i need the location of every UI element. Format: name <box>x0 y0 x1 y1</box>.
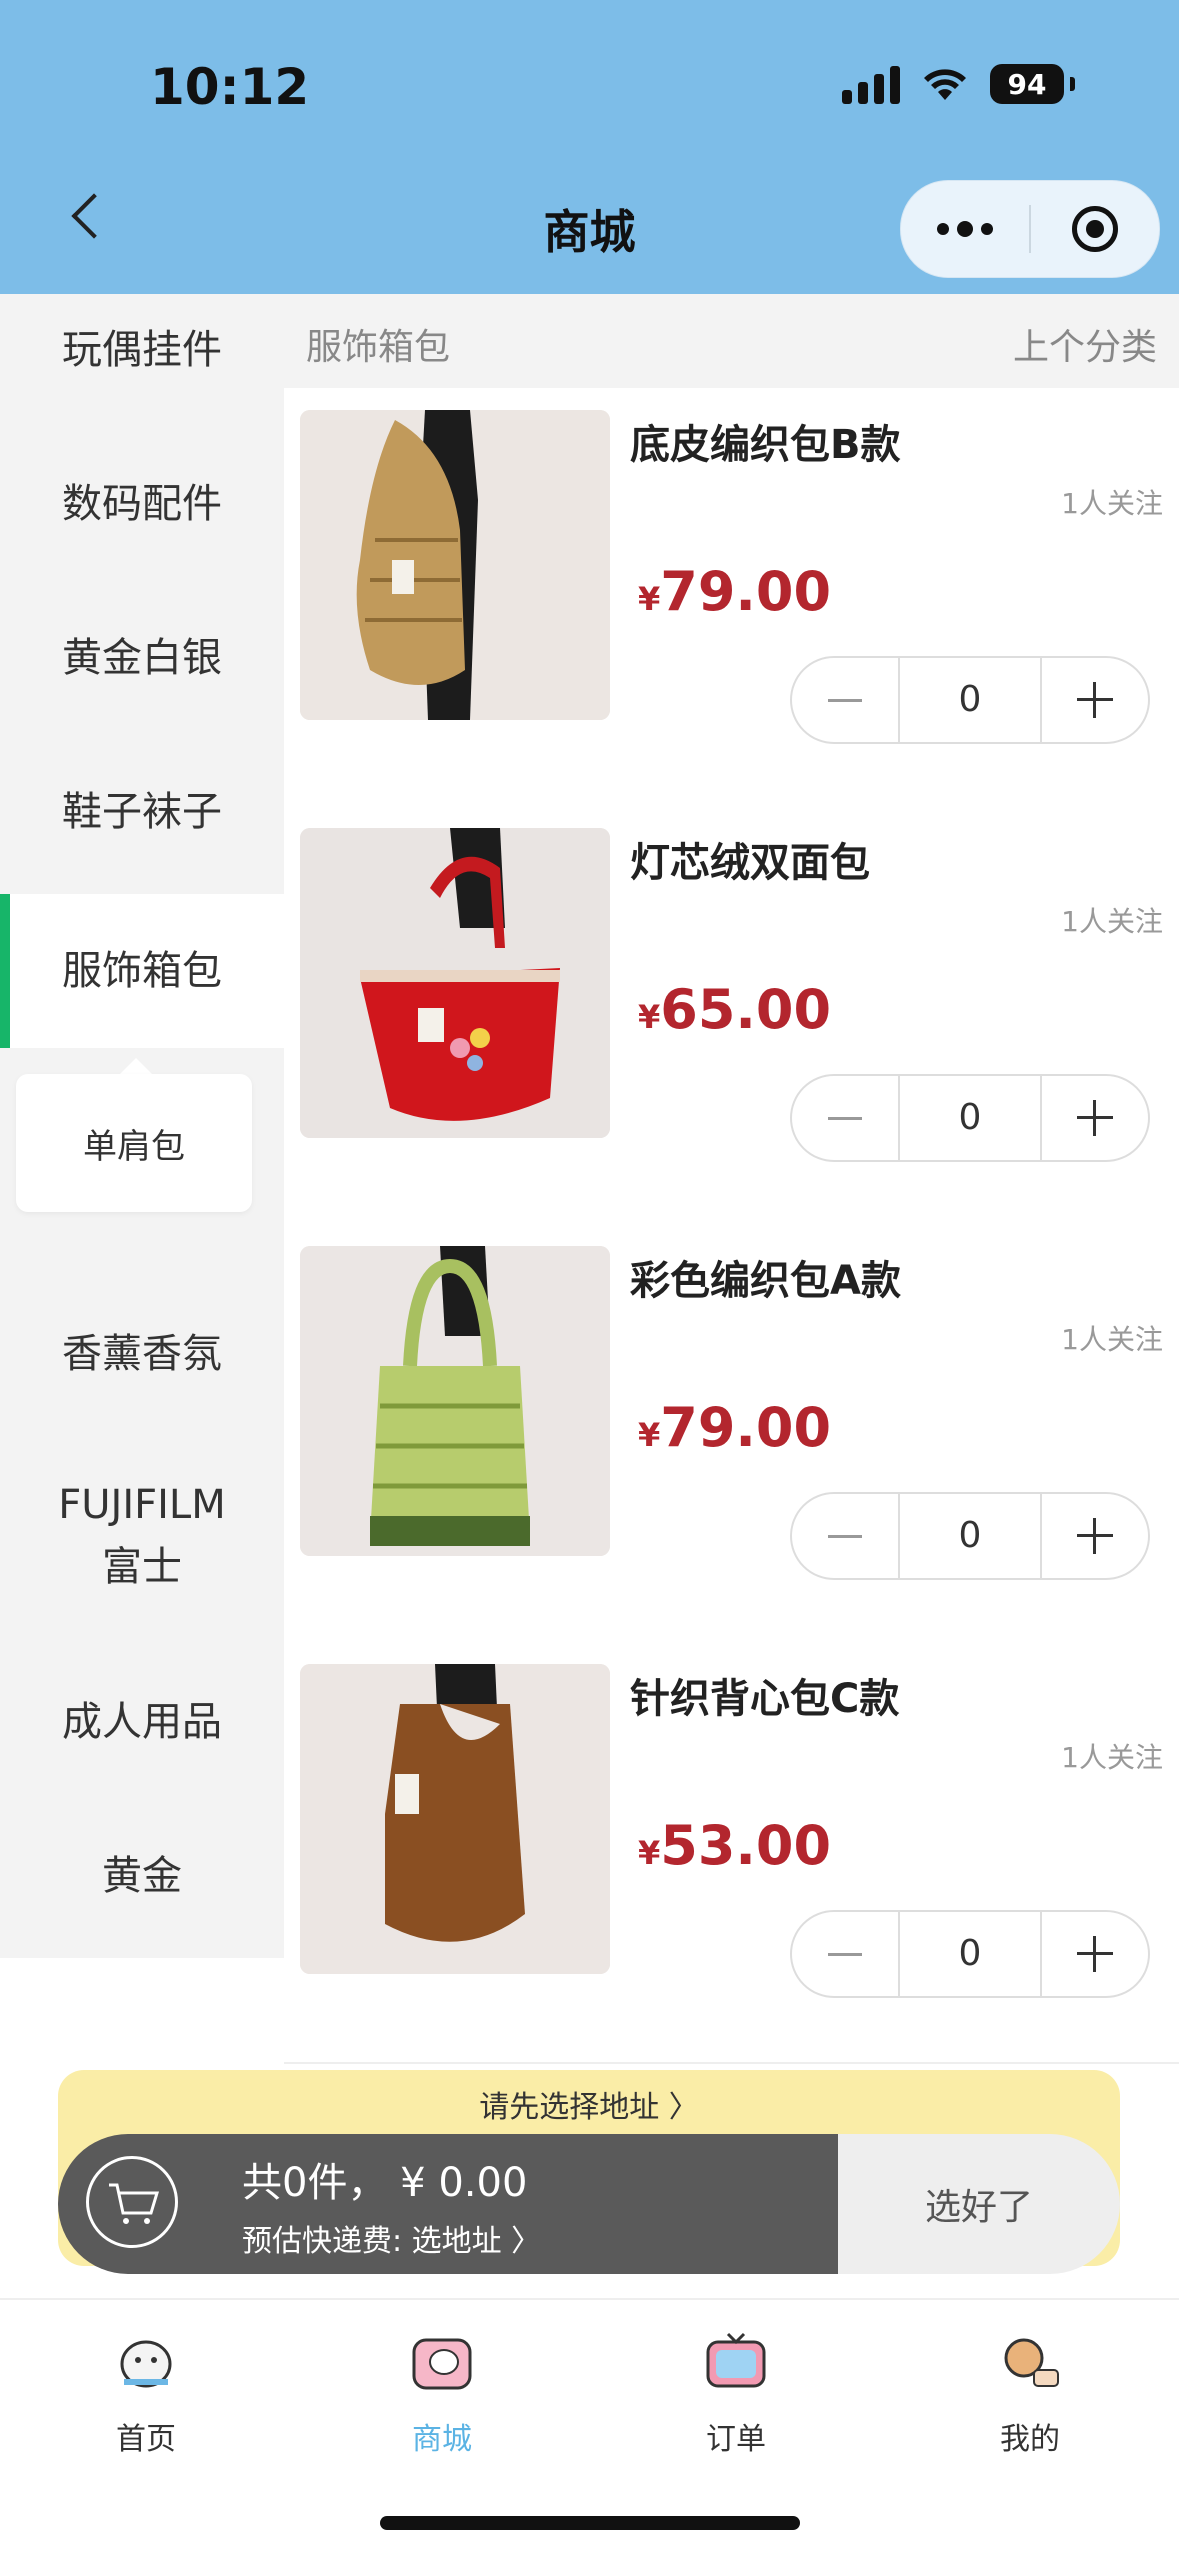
decrease-button[interactable] <box>792 1076 898 1160</box>
sidebar-item-shoes-socks[interactable]: 鞋子袜子 <box>0 782 284 842</box>
prev-category-link[interactable]: 上个分类 <box>1013 318 1157 370</box>
currency-symbol: ¥ <box>638 580 661 618</box>
quantity-value[interactable]: 0 <box>898 1076 1042 1160</box>
product-image[interactable] <box>300 1246 610 1556</box>
shipping-estimate[interactable]: 预估快递费: 选地址 〉 <box>242 2216 541 2260</box>
follow-count: 1人关注 <box>1061 1323 1163 1356</box>
cart-total: 共0件， ¥ 0.00 <box>242 2160 528 2206</box>
miniprogram-capsule <box>900 180 1160 278</box>
top-header: 10:12 94 商城 <box>0 0 1179 294</box>
target-icon <box>1072 206 1118 252</box>
product-image[interactable] <box>300 828 610 1138</box>
product-card[interactable]: 底皮编织包B款 1人关注 ¥79.00 0 <box>284 390 1179 810</box>
tab-orders[interactable]: 订单 <box>636 2326 836 2458</box>
shop-icon <box>406 2326 478 2398</box>
minus-icon <box>828 1952 862 1956</box>
tab-label: 商城 <box>412 2422 472 2457</box>
product-name: 针织背心包C款 <box>630 1676 900 1722</box>
product-image[interactable] <box>300 1664 610 1974</box>
subcategory-shoulder-bag[interactable]: 单肩包 <box>16 1074 252 1212</box>
active-indicator <box>0 894 10 1048</box>
battery-tip <box>1070 77 1075 91</box>
minus-icon <box>828 698 862 702</box>
quantity-value[interactable]: 0 <box>898 658 1042 742</box>
product-price: ¥65.00 <box>638 978 831 1041</box>
minus-icon <box>828 1116 862 1120</box>
home-indicator <box>380 2516 800 2530</box>
increase-button[interactable] <box>1042 1912 1148 1996</box>
follow-count: 1人关注 <box>1061 905 1163 938</box>
tab-label: 我的 <box>1000 2422 1060 2457</box>
sidebar-item-fragrance[interactable]: 香薰香氛 <box>0 1324 284 1384</box>
price-value: 65.00 <box>660 978 832 1041</box>
sidebar-item-adult[interactable]: 成人用品 <box>0 1692 284 1752</box>
profile-icon <box>994 2326 1066 2398</box>
currency-symbol: ¥ <box>638 1416 661 1454</box>
close-miniprogram-button[interactable] <box>1031 206 1159 252</box>
more-menu-icon[interactable] <box>901 221 1029 237</box>
product-price: ¥79.00 <box>638 1396 831 1459</box>
sidebar-item-gold[interactable]: 黄金 <box>0 1846 284 1906</box>
status-icons: 94 <box>842 64 1075 104</box>
product-card[interactable]: 针织背心包C款 1人关注 ¥53.00 0 <box>284 1644 1179 2064</box>
price-value: 53.00 <box>660 1814 832 1877</box>
product-price: ¥53.00 <box>638 1814 831 1877</box>
product-name: 灯芯绒双面包 <box>630 840 870 886</box>
quantity-value[interactable]: 0 <box>898 1912 1042 1996</box>
sidebar-item-dolls[interactable]: 玩偶挂件 <box>0 320 284 380</box>
price-value: 79.00 <box>660 1396 832 1459</box>
increase-button[interactable] <box>1042 658 1148 742</box>
address-tip-text[interactable]: 请先选择地址 〉 <box>58 2082 1120 2126</box>
subcategory-arrow <box>120 1058 152 1074</box>
quantity-stepper: 0 <box>790 1910 1150 1998</box>
product-name: 底皮编织包B款 <box>630 422 901 468</box>
quantity-value[interactable]: 0 <box>898 1494 1042 1578</box>
tab-label: 首页 <box>116 2422 176 2457</box>
sidebar-item-fujifilm[interactable]: FUJIFILM 富士 <box>52 1474 232 1598</box>
follow-count: 1人关注 <box>1061 1741 1163 1774</box>
home-icon <box>110 2326 182 2398</box>
quantity-stepper: 0 <box>790 1074 1150 1162</box>
cart-icon[interactable] <box>86 2156 178 2248</box>
decrease-button[interactable] <box>792 1912 898 1996</box>
battery-icon: 94 <box>990 64 1064 104</box>
wifi-icon <box>924 69 966 100</box>
increase-button[interactable] <box>1042 1076 1148 1160</box>
price-value: 79.00 <box>660 560 832 623</box>
category-header: 服饰箱包 上个分类 <box>284 294 1179 388</box>
plus-icon <box>1077 1936 1113 1972</box>
currency-symbol: ¥ <box>638 998 661 1036</box>
orders-icon <box>700 2326 772 2398</box>
current-category-label: 服饰箱包 <box>306 327 451 368</box>
sidebar-item-gold-silver[interactable]: 黄金白银 <box>0 628 284 688</box>
plus-icon <box>1077 682 1113 718</box>
currency-symbol: ¥ <box>638 1834 661 1872</box>
product-image[interactable] <box>300 410 610 720</box>
category-sidebar: 玩偶挂件 数码配件 黄金白银 鞋子袜子 服饰箱包 单肩包 香薰香氛 FUJIFI… <box>0 294 284 1958</box>
cart-bar: 共0件， ¥ 0.00 预估快递费: 选地址 〉 选好了 <box>58 2134 1120 2274</box>
sidebar-item-apparel-bags[interactable]: 服饰箱包 <box>0 894 284 1048</box>
product-price: ¥79.00 <box>638 560 831 623</box>
checkout-button[interactable]: 选好了 <box>838 2134 1120 2274</box>
tab-profile[interactable]: 我的 <box>930 2326 1130 2458</box>
product-card[interactable]: 彩色编织包A款 1人关注 ¥79.00 0 <box>284 1226 1179 1646</box>
signal-icon <box>842 64 900 104</box>
plus-icon <box>1077 1100 1113 1136</box>
quantity-stepper: 0 <box>790 656 1150 744</box>
increase-button[interactable] <box>1042 1494 1148 1578</box>
decrease-button[interactable] <box>792 658 898 742</box>
tab-shop[interactable]: 商城 <box>342 2326 542 2458</box>
tab-home[interactable]: 首页 <box>46 2326 246 2458</box>
product-name: 彩色编织包A款 <box>630 1258 901 1304</box>
product-card[interactable]: 灯芯绒双面包 1人关注 ¥65.00 0 <box>284 808 1179 1228</box>
cart-summary[interactable]: 共0件， ¥ 0.00 预估快递费: 选地址 〉 <box>58 2134 838 2274</box>
status-time: 10:12 <box>150 58 310 116</box>
decrease-button[interactable] <box>792 1494 898 1578</box>
tab-label: 订单 <box>706 2422 766 2457</box>
quantity-stepper: 0 <box>790 1492 1150 1580</box>
sidebar-item-digital[interactable]: 数码配件 <box>0 474 284 534</box>
plus-icon <box>1077 1518 1113 1554</box>
minus-icon <box>828 1534 862 1538</box>
follow-count: 1人关注 <box>1061 487 1163 520</box>
